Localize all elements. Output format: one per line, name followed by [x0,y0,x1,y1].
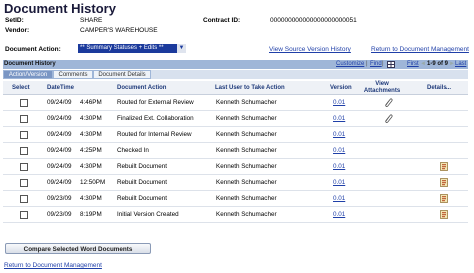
previous-icon[interactable]: ◄ [420,61,426,67]
row-time: 4:30PM [80,131,102,138]
paperclip-icon[interactable] [383,113,393,123]
header-view-attachments: View Attachments [363,81,401,94]
select-checkbox[interactable] [20,115,28,123]
row-time: 4:46PM [80,99,102,106]
select-checkbox[interactable] [20,131,28,139]
contract-id-label: Contract ID: [203,17,241,24]
row-date: 09/23/09 [47,195,72,202]
header-select: Select [12,85,30,91]
header-details: Details [427,85,447,91]
header-last-user: Last User to Take Action [215,85,285,91]
row-user: Kenneth Schumacher [216,195,277,202]
row-time: 4:30PM [80,115,102,122]
document-action-select[interactable]: ** Summary Statuses + Edits ** ▼ [78,44,186,53]
last-link[interactable]: Last [455,61,466,67]
row-date: 09/24/09 [47,99,72,106]
table-row: 09/23/09 4:30PM Rebuilt Document Kenneth Sc… [3,191,468,207]
row-version-link[interactable]: 0.01 [333,195,345,202]
row-document-action: Rebuilt Document [117,195,168,202]
row-version-link[interactable]: 0.01 [333,115,345,122]
row-user: Kenneth Schumacher [216,99,277,106]
row-version-link[interactable]: 0.01 [333,99,345,106]
row-document-action: Checked In [117,147,149,154]
row-document-action: Rebuilt Document [117,179,168,186]
table-row: 09/24/09 12:50PM Rebuilt Document Kenneth S… [3,175,468,191]
row-version-link[interactable]: 0.01 [333,211,345,218]
grid-title: Document History [4,61,56,67]
document-action-value: ** Summary Statuses + Edits ** [80,45,164,51]
row-range: 1-9 of 9 [427,61,449,67]
chevron-down-icon[interactable]: ▼ [177,44,186,53]
header-document-action: Document Action [117,85,167,91]
contract-id-value: 000000000000000000000051 [270,17,357,24]
compare-word-documents-button[interactable]: Compare Selected Word Documents [5,243,151,254]
row-date: 09/24/09 [47,115,72,122]
tab-action-version[interactable]: Action/Version [3,70,53,79]
row-user: Kenneth Schumacher [216,211,277,218]
grid-separator-2: | [382,61,384,67]
select-checkbox[interactable] [20,99,28,107]
document-details-icon[interactable] [440,194,448,203]
row-date: 09/24/09 [47,131,72,138]
grid-separator-1: | [366,61,368,67]
table-row: 09/24/09 4:25PM Checked In Kenneth Schumach… [3,143,468,159]
header-details-ellipsis: ... [446,85,452,91]
row-user: Kenneth Schumacher [216,115,277,122]
vendor-label: Vendor: [5,27,30,34]
return-to-document-management-link-bottom[interactable]: Return to Document Management [4,262,102,269]
header-datetime: DateTime [47,85,74,91]
paperclip-icon[interactable] [383,97,393,107]
table-row: 09/24/09 4:46PM Routed for External Review… [3,95,468,111]
table-row: 09/24/09 4:30PM Rebuilt Document Kenneth Sc… [3,159,468,175]
row-date: 09/24/09 [47,147,72,154]
row-time: 8:19PM [80,211,102,218]
first-link[interactable]: First [407,61,419,67]
setid-label: SetID: [5,17,24,24]
row-document-action: Routed for Internal Review [117,131,192,138]
row-document-action: Finalized Ext. Collaboration [117,115,194,122]
customize-link[interactable]: Customize [336,61,364,67]
row-date: 09/24/09 [47,163,72,170]
select-checkbox[interactable] [20,147,28,155]
header-version: Version [330,85,352,91]
tab-document-details[interactable]: Document Details [93,70,151,79]
row-user: Kenneth Schumacher [216,147,277,154]
row-version-link[interactable]: 0.01 [333,131,345,138]
tab-comments[interactable]: Comments [53,70,93,79]
table-row: 09/23/09 8:19PM Initial Version Created Ken… [3,207,468,223]
document-details-icon[interactable] [440,178,448,187]
document-details-icon[interactable] [440,162,448,171]
row-document-action: Routed for External Review [117,99,194,106]
row-version-link[interactable]: 0.01 [333,179,345,186]
select-checkbox[interactable] [20,195,28,203]
row-user: Kenneth Schumacher [216,131,277,138]
row-time: 4:30PM [80,195,102,202]
row-date: 09/23/09 [47,211,72,218]
document-details-icon[interactable] [440,210,448,219]
select-checkbox[interactable] [20,211,28,219]
row-time: 4:30PM [80,163,102,170]
setid-value: SHARE [80,17,103,24]
row-user: Kenneth Schumacher [216,179,277,186]
row-time: 4:25PM [80,147,102,154]
row-document-action: Rebuilt Document [117,163,168,170]
row-user: Kenneth Schumacher [216,163,277,170]
row-date: 09/24/09 [47,179,72,186]
row-time: 12:50PM [80,179,106,186]
row-document-action: Initial Version Created [117,211,179,218]
view-source-version-history-link[interactable]: View Source Version History [269,46,351,53]
find-link[interactable]: Find [370,61,382,67]
select-checkbox[interactable] [20,179,28,187]
table-row: 09/24/09 4:30PM Finalized Ext. Collaborati… [3,111,468,127]
grid-title-bar [3,60,468,69]
vendor-value: CAMPER'S WAREHOUSE [80,27,158,34]
select-checkbox[interactable] [20,163,28,171]
row-version-link[interactable]: 0.01 [333,147,345,154]
page-title: Document History [4,1,116,16]
row-version-link[interactable]: 0.01 [333,163,345,170]
view-all-grid-icon[interactable] [387,61,395,68]
table-row: 09/24/09 4:30PM Routed for Internal Review… [3,127,468,143]
document-action-label: Document Action: [5,46,61,53]
return-to-document-management-link-top[interactable]: Return to Document Management [371,46,469,53]
